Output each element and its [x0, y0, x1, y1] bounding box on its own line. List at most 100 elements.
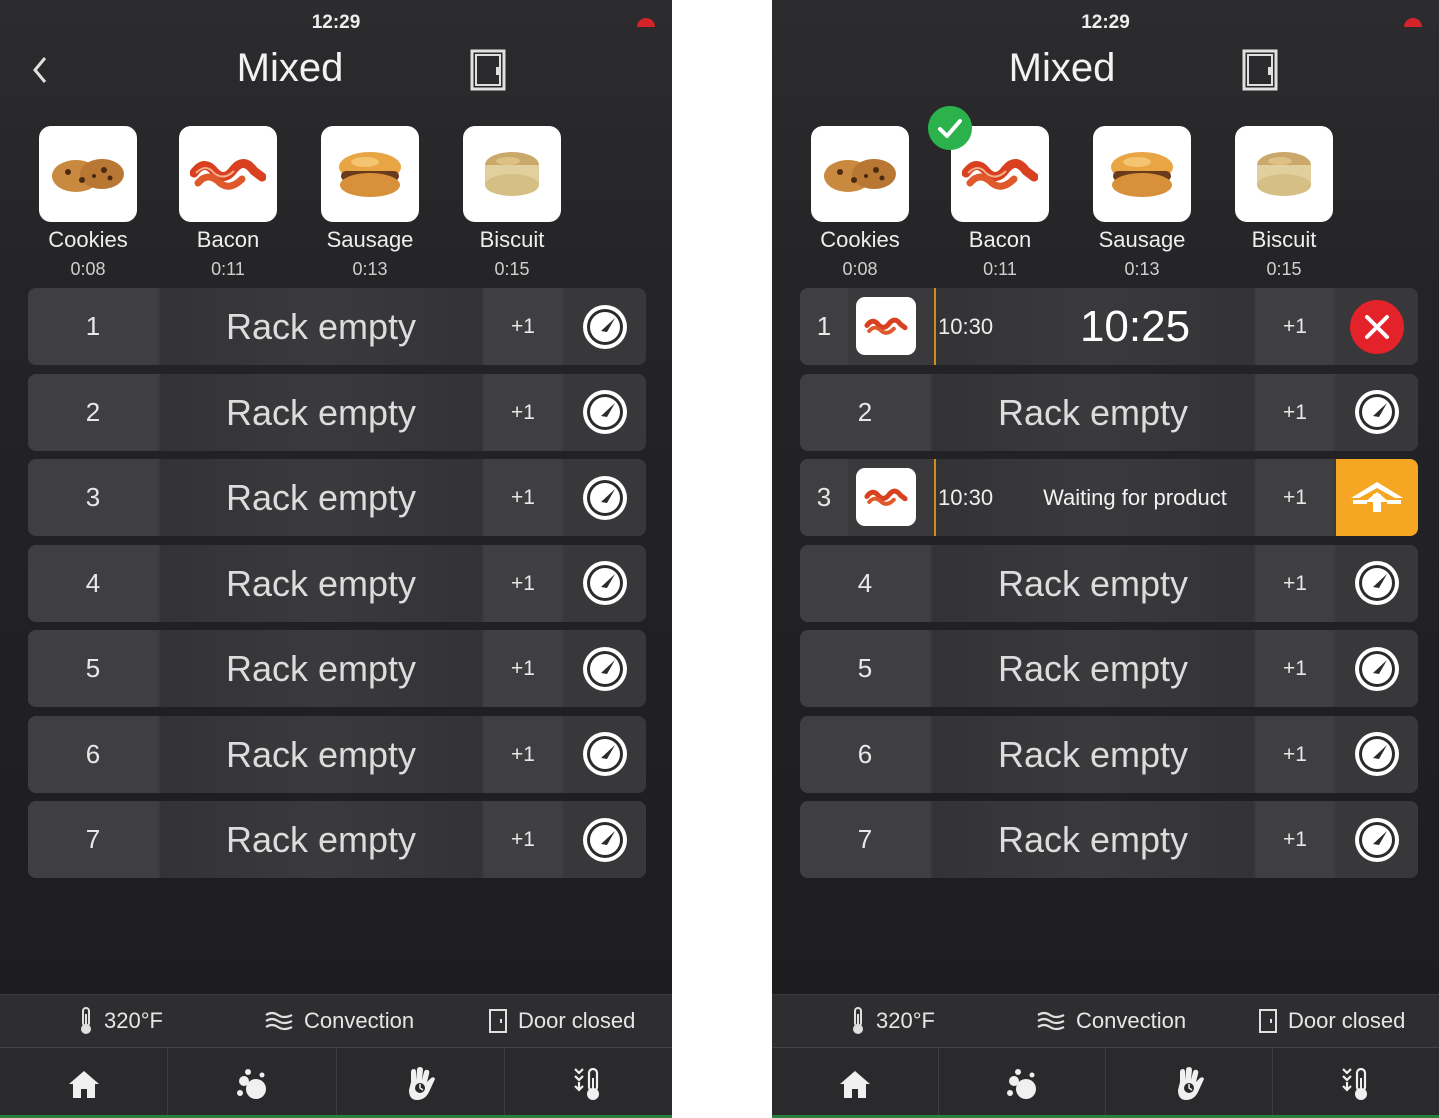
- start-timer-button[interactable]: [1336, 630, 1418, 707]
- start-timer-button[interactable]: [564, 715, 646, 793]
- start-timer-button[interactable]: [564, 544, 646, 622]
- product-biscuit[interactable]: Biscuit 0:15: [460, 126, 564, 280]
- product-sausage[interactable]: Sausage 0:13: [318, 126, 422, 280]
- start-timer-button[interactable]: [564, 373, 646, 451]
- start-timer-button[interactable]: [1336, 373, 1418, 451]
- rack-row[interactable]: 4 Rack empty +1: [28, 544, 646, 622]
- rack-status[interactable]: Rack empty: [160, 715, 482, 793]
- mode-value: Convection: [304, 1008, 415, 1033]
- status-clock: 12:29: [1081, 12, 1130, 33]
- rack-status[interactable]: Rack empty: [160, 544, 482, 622]
- rack-status[interactable]: Rack empty: [932, 715, 1254, 793]
- nav-manual[interactable]: [337, 1048, 505, 1118]
- hand-icon: [1178, 1066, 1204, 1100]
- rack-row[interactable]: 2 Rack empty +1: [28, 373, 646, 451]
- hand-icon: [409, 1066, 436, 1100]
- add-minute-button[interactable]: +1: [1256, 288, 1334, 365]
- cancel-button[interactable]: [1336, 288, 1418, 365]
- timer-dial-icon: [583, 732, 627, 776]
- rack-row[interactable]: 5 Rack empty +1: [800, 630, 1418, 707]
- rack-number: 5: [28, 630, 158, 707]
- door-icon[interactable]: [1242, 49, 1278, 91]
- load-product-button[interactable]: [1336, 459, 1418, 536]
- product-name: Sausage: [326, 227, 414, 252]
- nav-home[interactable]: [772, 1048, 939, 1118]
- rack-row[interactable]: 6 Rack empty +1: [28, 715, 646, 793]
- add-minute-button[interactable]: +1: [484, 715, 562, 793]
- rack-row[interactable]: 6 Rack empty +1: [800, 715, 1418, 793]
- product-bacon-selected[interactable]: Bacon 0:11: [948, 126, 1052, 280]
- rack-number: 1: [28, 288, 158, 365]
- rack-row[interactable]: 3 Rack empty +1: [28, 459, 646, 536]
- add-minute-button[interactable]: +1: [484, 459, 562, 536]
- convection-icon: [265, 1011, 293, 1031]
- rack-status[interactable]: Rack empty: [932, 373, 1254, 451]
- start-timer-button[interactable]: [564, 459, 646, 536]
- nav-home[interactable]: [0, 1048, 169, 1118]
- rack-status[interactable]: Rack empty: [932, 630, 1254, 707]
- product-bacon[interactable]: Bacon 0:11: [176, 126, 280, 280]
- product-cookies[interactable]: Cookies 0:08: [808, 126, 912, 280]
- nav-cleaning[interactable]: [939, 1048, 1106, 1118]
- door-icon[interactable]: [470, 49, 506, 91]
- timer-dial-icon: [583, 646, 627, 691]
- rack-row[interactable]: 4 Rack empty +1: [800, 544, 1418, 622]
- product-sausage[interactable]: Sausage 0:13: [1090, 126, 1194, 280]
- add-minute-button[interactable]: +1: [484, 288, 562, 365]
- rack-row-active[interactable]: 1 10:30 10:25 +1: [800, 288, 1418, 365]
- start-timer-button[interactable]: [564, 801, 646, 878]
- rack-row-waiting[interactable]: 3 10:30 Waiting for product +1: [800, 459, 1418, 536]
- add-minute-button[interactable]: +1: [1256, 630, 1334, 707]
- add-minute-button[interactable]: +1: [1256, 544, 1334, 622]
- rack-number: 3: [28, 459, 158, 536]
- start-timer-button[interactable]: [564, 630, 646, 707]
- product-time: 0:08: [842, 259, 878, 279]
- product-biscuit[interactable]: Biscuit 0:15: [1232, 126, 1336, 280]
- product-time: 0:15: [494, 259, 530, 279]
- nav-preheat[interactable]: [505, 1048, 672, 1118]
- rack-row[interactable]: 1 Rack empty +1: [28, 288, 646, 365]
- convection-icon: [1037, 1011, 1065, 1031]
- temperature-status: 320°F: [850, 995, 935, 1047]
- start-timer-button[interactable]: [1336, 715, 1418, 793]
- rack-status[interactable]: Rack empty: [160, 288, 482, 365]
- cleaning-icon: [236, 1068, 266, 1099]
- add-minute-button[interactable]: +1: [1256, 373, 1334, 451]
- rack-row[interactable]: 5 Rack empty +1: [28, 630, 646, 707]
- product-selector: Cookies 0:08 Bacon 0:11 Sausage 0:13 Bis…: [808, 126, 1408, 281]
- nav-preheat[interactable]: [1273, 1048, 1439, 1118]
- add-minute-button[interactable]: +1: [1256, 459, 1334, 536]
- product-cookies[interactable]: Cookies 0:08: [36, 126, 140, 280]
- product-time: 0:13: [352, 259, 388, 279]
- timer-dial-icon: [1355, 561, 1399, 605]
- nav-cleaning[interactable]: [168, 1048, 337, 1118]
- start-timer-button[interactable]: [564, 288, 646, 365]
- product-selector: Cookies 0:08 Bacon 0:11 Sausage 0:13 Bis…: [36, 126, 636, 281]
- add-minute-button[interactable]: +1: [484, 630, 562, 707]
- add-minute-button[interactable]: +1: [484, 373, 562, 451]
- start-timer-button[interactable]: [1336, 801, 1418, 878]
- rack-row[interactable]: 7 Rack empty +1: [28, 801, 646, 878]
- rack-status[interactable]: Rack empty: [160, 459, 482, 536]
- mode-status: Convection: [264, 995, 414, 1047]
- temperature-value: 320°F: [876, 1008, 935, 1033]
- rack-list: 1 Rack empty +1 2 Rack empty +1 3 Rack e…: [28, 288, 646, 887]
- rack-status[interactable]: Rack empty: [160, 630, 482, 707]
- add-minute-button[interactable]: +1: [484, 544, 562, 622]
- rack-status[interactable]: Rack empty: [160, 801, 482, 878]
- status-clock: 12:29: [311, 12, 361, 33]
- rack-status[interactable]: Rack empty: [160, 373, 482, 451]
- add-minute-button[interactable]: +1: [1256, 801, 1334, 878]
- rack-row[interactable]: 2 Rack empty +1: [800, 373, 1418, 451]
- nav-manual[interactable]: [1106, 1048, 1273, 1118]
- rack-status[interactable]: Rack empty: [932, 801, 1254, 878]
- rack-divider: [934, 288, 936, 365]
- rack-number: 7: [28, 801, 158, 878]
- add-minute-button[interactable]: +1: [484, 801, 562, 878]
- add-minute-button[interactable]: +1: [1256, 715, 1334, 793]
- rack-row[interactable]: 7 Rack empty +1: [800, 801, 1418, 878]
- checkmark-icon: [928, 106, 972, 150]
- rack-number: 6: [800, 715, 930, 793]
- start-timer-button[interactable]: [1336, 544, 1418, 622]
- rack-status[interactable]: Rack empty: [932, 544, 1254, 622]
